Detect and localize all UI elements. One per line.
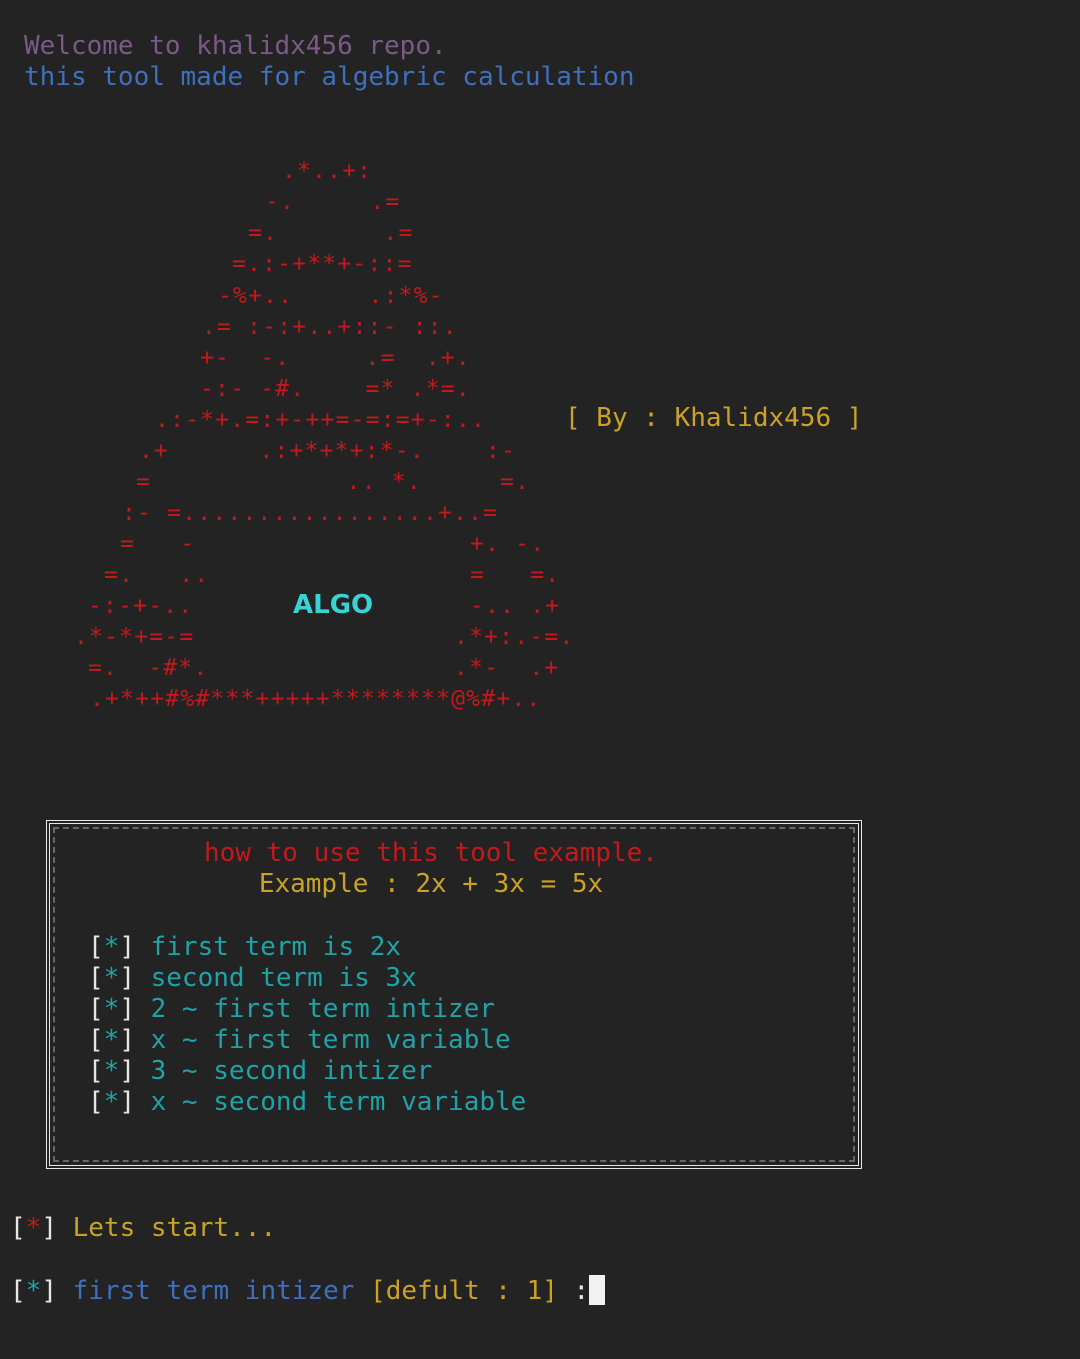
usage-title: how to use this tool example. [204,838,658,868]
prompt-label: first term intizer [72,1276,355,1306]
art-line: .*..+: [282,158,373,184]
art-line: +. -. [470,531,546,557]
start-text: Lets start... [72,1213,277,1243]
art-line: = =. [470,562,561,588]
list-item: [*] 3 ~ second intizer [88,1056,433,1086]
art-line: = - [120,531,196,557]
input-prompt[interactable]: [*] first term intizer [defult : 1] : [10,1275,606,1307]
art-line: .*-*+=-= [74,624,195,650]
usage-example: Example : 2x + 3x = 5x [258,869,604,899]
prompt-default: [defult : 1] [370,1276,558,1306]
art-line: =.:-+**+-::= [232,251,413,277]
art-line: =. [500,469,531,495]
list-item: [*] 2 ~ first term intizer [88,994,495,1024]
algo-logo-text: ALGO [293,590,374,620]
list-item: [*] first term is 2x [88,932,402,962]
list-item: [*] x ~ second term variable [88,1087,527,1117]
art-line: .+ .:+*+*+:*-. [139,438,425,464]
art-line: -:-+-.. [88,593,194,619]
art-line: -:- -#. =* .*=. [200,376,471,402]
art-line: .= :-:+..+::- ::. [202,314,458,340]
art-line: -%+.. .:*%- [218,283,444,309]
art-line: .+*++#%#***+++++********@%#+.. [90,686,542,712]
art-line: .:-*+.=:+-++=-=:=+-:.. [155,407,487,433]
list-item: [*] x ~ first term variable [88,1025,511,1055]
art-line: =. .. [104,562,210,588]
start-line: [*] Lets start... [10,1213,277,1243]
ascii-art-banner: .*..+: -. .= =. .= =.:-+**+-::= -%+.. .:… [0,0,1080,760]
author-byline: [ By : Khalidx456 ] [565,403,863,433]
art-line: =. .= [248,220,414,246]
art-line: .*+:.-=. [454,624,575,650]
art-line: +- -. .= .+. [200,345,471,371]
list-item: [*] second term is 3x [88,963,417,993]
terminal-cursor[interactable] [589,1275,606,1305]
art-line: :- =.................+..= [122,500,499,526]
art-line: :- [486,438,517,464]
art-line: =. -#*. [88,655,209,681]
art-line: = .. *. [136,469,422,495]
art-line: .*- .+ [454,655,560,681]
art-line: -.. .+ [470,593,561,619]
art-line: -. .= [265,189,401,215]
